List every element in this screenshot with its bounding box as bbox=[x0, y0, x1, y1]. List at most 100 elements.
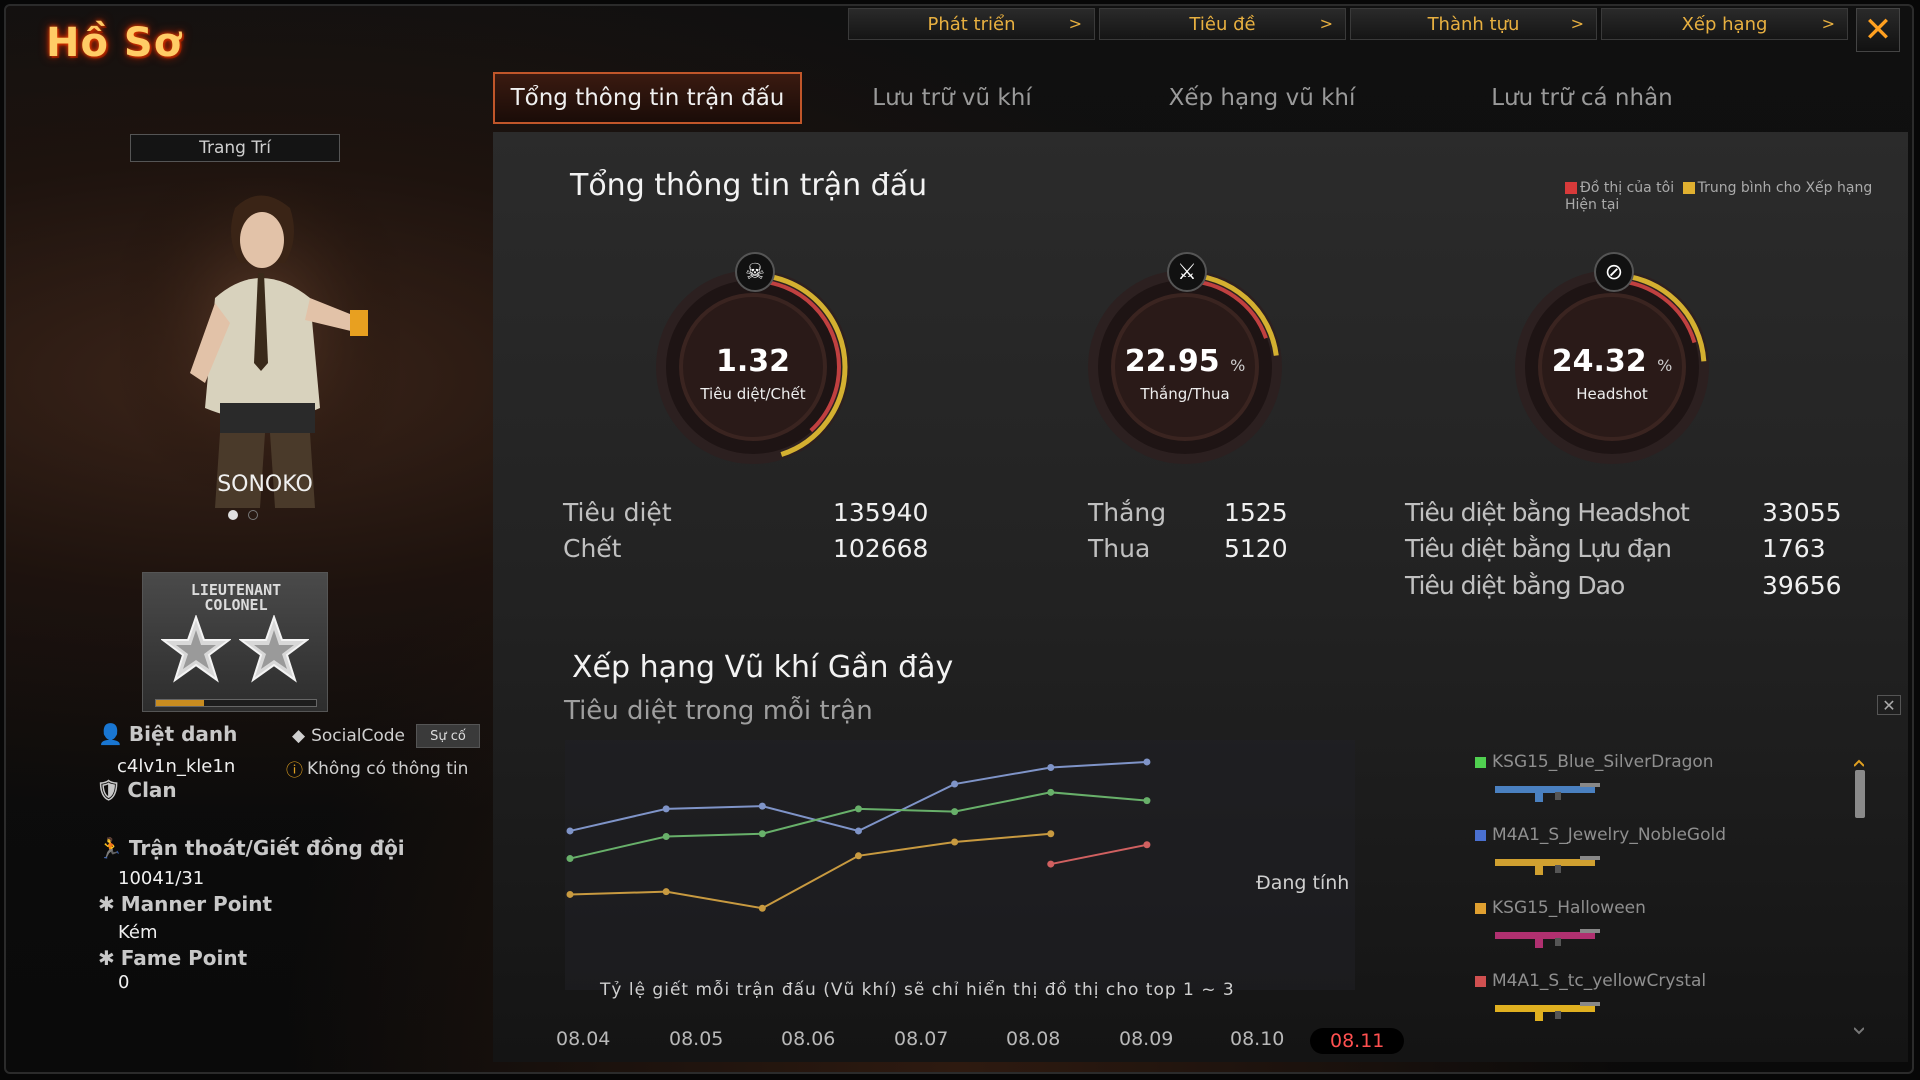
chart-legend: Đồ thị của tôi Trung bình cho Xếp hạng H… bbox=[1565, 180, 1885, 214]
avatar-pager bbox=[228, 510, 258, 520]
pager-dot-1[interactable] bbox=[228, 510, 238, 520]
weapon-kills-chart bbox=[565, 740, 1355, 990]
chevron-right-icon: > bbox=[1319, 14, 1333, 33]
data-point[interactable] bbox=[1143, 841, 1151, 849]
data-point[interactable] bbox=[951, 780, 959, 788]
menu-label: Tiêu đề bbox=[1189, 13, 1256, 35]
menu-tieu-de[interactable]: Tiêu đề > bbox=[1099, 8, 1346, 40]
grenade-kills-label: Tiêu diệt bằng Lựu đạn bbox=[1405, 534, 1672, 563]
close-icon: ✕ bbox=[1863, 10, 1893, 50]
data-point[interactable] bbox=[854, 805, 862, 813]
data-point[interactable] bbox=[566, 827, 574, 835]
top-menu: Phát triển > Tiêu đề > Thành tựu > Xếp hạng… bbox=[848, 8, 1848, 40]
deaths-label: Chết bbox=[563, 534, 622, 563]
character-name: SONOKO bbox=[217, 472, 313, 497]
weapon-name-text: M4A1_S_tc_yellowCrystal bbox=[1492, 971, 1707, 991]
menu-xep-hang[interactable]: Xếp hạng > bbox=[1601, 8, 1848, 40]
gear-icon: ✱ bbox=[98, 892, 115, 916]
recent-weapons-subtitle: Tiêu diệt trong mỗi trận bbox=[564, 696, 873, 726]
character-avatar bbox=[120, 178, 400, 508]
wins-label: Thắng bbox=[1088, 498, 1167, 527]
data-point[interactable] bbox=[566, 855, 574, 863]
data-point[interactable] bbox=[662, 832, 670, 840]
data-point[interactable] bbox=[662, 805, 670, 813]
star-icon bbox=[239, 615, 309, 683]
winrate-label: Thắng/Thua bbox=[1140, 385, 1230, 403]
user-icon: 👤 bbox=[98, 722, 123, 746]
gear-icon: ✱ bbox=[98, 946, 115, 970]
tab-weapon-ranking[interactable]: Xếp hạng vũ khí bbox=[1102, 72, 1422, 124]
kills-value: 135940 bbox=[833, 498, 929, 527]
data-point[interactable] bbox=[1143, 758, 1151, 766]
x-tick-label: 08.05 bbox=[669, 1028, 724, 1050]
socialcode-value: ⓘ Không có thông tin bbox=[286, 756, 468, 782]
weapon-gun-icon bbox=[1495, 929, 1600, 948]
pager-dot-2[interactable] bbox=[248, 510, 258, 520]
hs-kills-value: 33055 bbox=[1762, 498, 1842, 527]
decor-button[interactable]: Trang Trí bbox=[130, 134, 340, 162]
menu-label: Xếp hạng bbox=[1681, 13, 1768, 35]
weapon-item[interactable]: M4A1_S_tc_yellowCrystal bbox=[1475, 971, 1775, 1043]
legend-mine-label: Đồ thị của tôi bbox=[1580, 180, 1675, 196]
chart-close-button[interactable]: ✕ bbox=[1877, 695, 1901, 715]
weapon-gun-icon bbox=[1495, 1002, 1600, 1021]
chevron-right-icon: > bbox=[1821, 14, 1835, 33]
tab-match-summary[interactable]: Tổng thông tin trận đấu bbox=[493, 72, 802, 124]
data-point[interactable] bbox=[854, 852, 862, 860]
weapon-item[interactable]: KSG15_Blue_SilverDragon bbox=[1475, 752, 1775, 824]
data-point[interactable] bbox=[1047, 860, 1055, 868]
calculating-label: Đang tính bbox=[1256, 872, 1350, 894]
data-point[interactable] bbox=[1047, 788, 1055, 796]
x-tick-label[interactable]: 08.11 bbox=[1310, 1028, 1405, 1054]
tab-personal-archive[interactable]: Lưu trữ cá nhân bbox=[1422, 72, 1742, 124]
shield-icon: 🛡 bbox=[96, 778, 122, 802]
escape-label: 🏃 Trận thoát/Giết đồng đội bbox=[98, 836, 405, 860]
scrollbar-thumb[interactable] bbox=[1855, 770, 1865, 818]
data-point[interactable] bbox=[566, 890, 574, 898]
data-point[interactable] bbox=[854, 827, 862, 835]
chevron-right-icon: > bbox=[1570, 14, 1584, 33]
data-point[interactable] bbox=[758, 830, 766, 838]
weapon-color-swatch bbox=[1475, 902, 1486, 914]
rank-progress-fill bbox=[156, 700, 204, 706]
deaths-value: 102668 bbox=[833, 534, 929, 563]
fame-value: 0 bbox=[118, 972, 130, 993]
data-point[interactable] bbox=[951, 838, 959, 846]
runner-icon: 🏃 bbox=[98, 836, 123, 860]
kd-gauge: ☠ 1.32 Tiêu diệt/Chết bbox=[648, 252, 858, 472]
winrate-value: 22.95 % bbox=[1124, 344, 1246, 379]
weapon-name: M4A1_S_Jewelry_NobleGold bbox=[1475, 825, 1726, 845]
data-point[interactable] bbox=[1047, 763, 1055, 771]
socialcode-issue-button[interactable]: Sự cố bbox=[416, 724, 480, 748]
data-point[interactable] bbox=[758, 802, 766, 810]
x-tick-label: 08.04 bbox=[556, 1028, 611, 1050]
legend-mine-swatch bbox=[1565, 182, 1577, 194]
menu-label: Phát triển bbox=[927, 13, 1016, 35]
data-point[interactable] bbox=[662, 888, 670, 896]
star-icon bbox=[161, 615, 231, 683]
weapon-name-text: M4A1_S_Jewelry_NobleGold bbox=[1492, 825, 1727, 845]
close-button[interactable]: ✕ bbox=[1856, 8, 1900, 52]
data-point[interactable] bbox=[1143, 797, 1151, 805]
menu-phat-trien[interactable]: Phát triển > bbox=[848, 8, 1095, 40]
weapon-item[interactable]: M4A1_S_Jewelry_NobleGold bbox=[1475, 825, 1775, 897]
tab-weapon-archive[interactable]: Lưu trữ vũ khí bbox=[802, 72, 1102, 124]
x-tick-label: 08.10 bbox=[1230, 1028, 1285, 1050]
data-point[interactable] bbox=[758, 904, 766, 912]
data-point[interactable] bbox=[951, 808, 959, 816]
summary-title: Tổng thông tin trận đấu bbox=[570, 168, 928, 203]
clan-label: 🛡 Clan bbox=[96, 778, 177, 802]
losses-label: Thua bbox=[1088, 534, 1151, 563]
weapon-item[interactable]: KSG15_Halloween bbox=[1475, 898, 1775, 970]
data-point[interactable] bbox=[1047, 830, 1055, 838]
menu-thanh-tuu[interactable]: Thành tựu > bbox=[1350, 8, 1597, 40]
nickname-value: c4lv1n_kle1n bbox=[117, 756, 236, 777]
question-icon: ⓘ bbox=[286, 761, 303, 781]
tag-icon: ◆ bbox=[292, 726, 306, 746]
escape-value: 10041/31 bbox=[118, 868, 205, 889]
tab-bar: Tổng thông tin trận đấu Lưu trữ vũ khí X… bbox=[493, 72, 1742, 127]
x-tick-label: 08.07 bbox=[894, 1028, 949, 1050]
profile-panel: Trang Trí SONOKO LIEUTENANT COLONEL bbox=[20, 130, 480, 1060]
rank-badge: LIEUTENANT COLONEL bbox=[142, 572, 328, 712]
hs-kills-label: Tiêu diệt bằng Headshot bbox=[1405, 498, 1690, 527]
